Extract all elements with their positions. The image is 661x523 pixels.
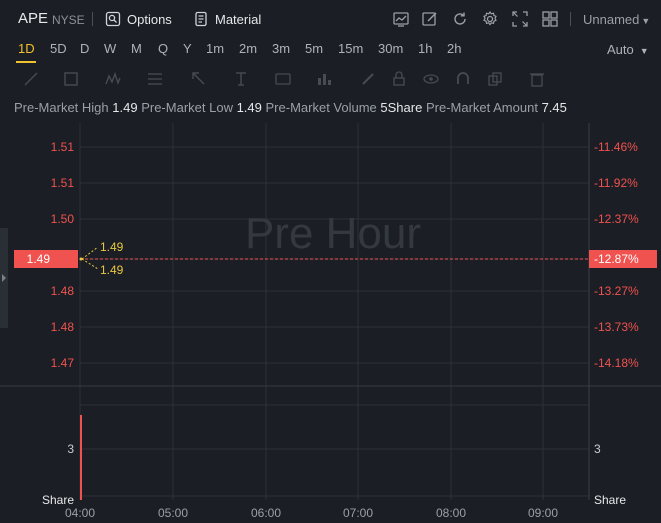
- period-y[interactable]: Y: [183, 41, 192, 56]
- period-d[interactable]: D: [80, 41, 89, 56]
- period-5d[interactable]: 5D: [50, 41, 67, 56]
- toolbar-divider: [92, 12, 93, 26]
- settings-gear-icon[interactable]: [481, 10, 499, 28]
- time-tick-label: 06:00: [251, 506, 281, 520]
- symbol-ticker[interactable]: APE: [18, 10, 48, 27]
- layout-name-label: Unnamed: [583, 12, 640, 27]
- expand-arrow-icon: [2, 274, 6, 282]
- amount-label: Pre-Market Amount: [425, 100, 538, 115]
- scale-mode-label: Auto: [607, 42, 634, 57]
- copy-icon[interactable]: [486, 70, 504, 88]
- percent-tick-label: -12.37%: [594, 212, 639, 226]
- time-tick-label: 09:00: [528, 506, 558, 520]
- layout-grid-icon[interactable]: [541, 10, 559, 28]
- exchange-label: NYSE: [52, 13, 85, 27]
- low-value: 1.49: [236, 100, 262, 115]
- lock-icon[interactable]: [390, 70, 408, 88]
- edit-icon[interactable]: [421, 10, 439, 28]
- time-tick-label: 04:00: [65, 506, 95, 520]
- active-period-indicator: [16, 61, 36, 63]
- volume-unit-label: Share: [594, 493, 626, 507]
- price-chart[interactable]: Pre Hour 1.51 1.51 1.50 1.48 1.48 1.47 -11.46% -…: [0, 123, 661, 523]
- high-label: Pre-Market High: [14, 100, 109, 115]
- material-button[interactable]: Material: [192, 10, 261, 28]
- volume-bar: [80, 415, 82, 500]
- magnet-icon[interactable]: [454, 70, 472, 88]
- options-label: Options: [127, 11, 172, 27]
- period-30m[interactable]: 30m: [378, 41, 403, 56]
- high-value: 1.49: [112, 100, 138, 115]
- percent-tick-label: -14.18%: [594, 356, 639, 370]
- time-tick-label: 08:00: [436, 506, 466, 520]
- material-label: Material: [215, 11, 262, 27]
- period-2m[interactable]: 2m: [239, 41, 257, 56]
- price-tick-label: 1.48: [51, 284, 75, 298]
- period-3m[interactable]: 3m: [272, 41, 290, 56]
- price-tick-label: 1.51: [51, 176, 75, 190]
- percent-tick-label: -11.46%: [594, 140, 638, 154]
- toolbar-divider: [570, 12, 571, 26]
- price-tick-label: 1.51: [51, 140, 75, 154]
- low-marker-line: [81, 258, 99, 270]
- volume-tick-label: 3: [594, 442, 601, 456]
- fullscreen-icon[interactable]: [511, 10, 529, 28]
- percent-tick-label: -13.73%: [594, 320, 639, 334]
- watermark-text: Pre Hour: [245, 209, 421, 258]
- refresh-icon[interactable]: [451, 10, 469, 28]
- period-q[interactable]: Q: [158, 41, 168, 56]
- wave-pattern-icon[interactable]: [104, 70, 122, 88]
- trend-line-icon[interactable]: [22, 70, 40, 88]
- eye-icon[interactable]: [422, 70, 440, 88]
- percent-tick-label: -13.27%: [594, 284, 639, 298]
- amount-value: 7.45: [541, 100, 567, 115]
- high-marker-line: [81, 246, 99, 260]
- rectangle-icon[interactable]: [62, 70, 80, 88]
- text-tool-icon[interactable]: [232, 70, 250, 88]
- top-toolbar: [0, 0, 661, 38]
- high-marker-label: 1.49: [100, 240, 124, 254]
- fibonacci-icon[interactable]: [146, 70, 164, 88]
- price-tick-label: 1.48: [51, 320, 75, 334]
- options-button[interactable]: Options: [104, 10, 172, 28]
- cursor-arrow-icon[interactable]: [190, 70, 208, 88]
- period-m[interactable]: M: [131, 41, 142, 56]
- time-tick-label: 07:00: [343, 506, 373, 520]
- indicator-chart-icon[interactable]: [392, 10, 410, 28]
- percent-tick-label: -11.92%: [594, 176, 638, 190]
- period-2h[interactable]: 2h: [447, 41, 461, 56]
- period-1d[interactable]: 1D: [18, 41, 35, 56]
- price-tick-label: 1.50: [51, 212, 75, 226]
- period-w[interactable]: W: [104, 41, 116, 56]
- volume-label: Pre-Market Volume: [265, 100, 377, 115]
- pre-market-info: Pre-Market High 1.49 Pre-Market Low 1.49…: [14, 100, 567, 115]
- volume-tick-label: 3: [67, 442, 74, 456]
- period-bar: [0, 38, 661, 62]
- options-icon: [104, 10, 122, 28]
- time-tick-label: 05:00: [158, 506, 188, 520]
- low-marker-label: 1.49: [100, 263, 124, 277]
- period-1m[interactable]: 1m: [206, 41, 224, 56]
- volume-unit-label: Share: [42, 493, 74, 507]
- low-label: Pre-Market Low: [141, 100, 233, 115]
- current-percent-label: -12.87%: [594, 252, 639, 266]
- document-icon: [192, 10, 210, 28]
- volume-value: 5Share: [380, 100, 423, 115]
- scale-mode-dropdown[interactable]: Auto ▼: [607, 42, 649, 57]
- annotation-icon[interactable]: [274, 70, 292, 88]
- bar-chart-icon[interactable]: [315, 70, 333, 88]
- period-5m[interactable]: 5m: [305, 41, 323, 56]
- caret-down-icon: ▼: [641, 16, 651, 26]
- price-point: [79, 257, 83, 261]
- price-tick-label: 1.47: [51, 356, 75, 370]
- trash-icon[interactable]: [528, 70, 546, 88]
- period-1h[interactable]: 1h: [418, 41, 432, 56]
- caret-down-icon: ▼: [639, 46, 649, 56]
- layout-name-dropdown[interactable]: Unnamed ▼: [583, 12, 650, 27]
- current-price-label: 1.49: [27, 252, 51, 266]
- period-15m[interactable]: 15m: [338, 41, 363, 56]
- pencil-icon[interactable]: [359, 70, 377, 88]
